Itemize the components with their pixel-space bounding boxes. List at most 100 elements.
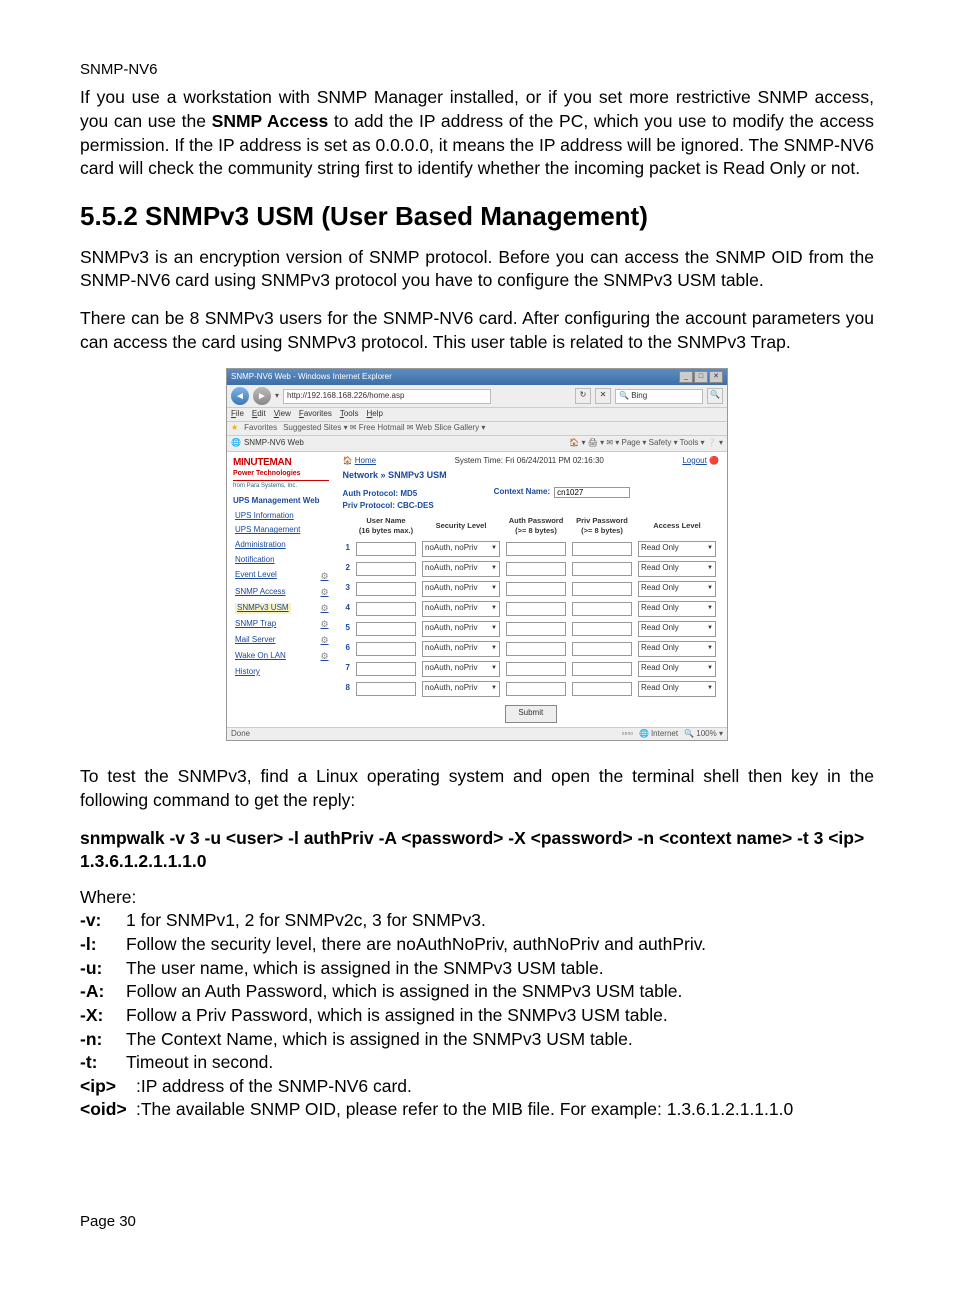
- username-field[interactable]: [356, 542, 416, 556]
- priv-password-field[interactable]: [572, 562, 632, 576]
- window-buttons: _ □ ✕: [679, 371, 723, 383]
- security-level-select[interactable]: noAuth, noPriv: [422, 641, 500, 657]
- favorites-icon[interactable]: ★: [231, 423, 238, 434]
- sidebar-sub-item[interactable]: History: [235, 667, 329, 678]
- gear-icon[interactable]: ⚙: [320, 586, 328, 598]
- back-icon[interactable]: ◄: [231, 387, 249, 405]
- tab-bar: 🌐 SNMP-NV6 Web 🏠 ▾ 🖨 ▾ ✉ ▾ Page ▾ Safety…: [227, 436, 727, 452]
- favorites-links[interactable]: Suggested Sites ▾ ✉ Free Hotmail ✉ Web S…: [283, 423, 485, 434]
- breadcrumb: Network » SNMPv3 USM: [343, 469, 719, 481]
- auth-password-field[interactable]: [506, 582, 566, 596]
- auth-password-field[interactable]: [506, 682, 566, 696]
- submit-button[interactable]: Submit: [505, 705, 557, 723]
- access-level-select[interactable]: Read Only: [638, 621, 716, 637]
- zoom-level[interactable]: 🔍 100% ▾: [684, 729, 723, 740]
- username-field[interactable]: [356, 642, 416, 656]
- security-level-select[interactable]: noAuth, noPriv: [422, 541, 500, 557]
- refresh-icon[interactable]: ↻: [575, 388, 591, 404]
- priv-password-field[interactable]: [572, 682, 632, 696]
- username-field[interactable]: [356, 622, 416, 636]
- sidebar-sub-item[interactable]: Mail Server⚙: [235, 634, 329, 646]
- security-level-select[interactable]: noAuth, noPriv: [422, 661, 500, 677]
- access-level-select[interactable]: Read Only: [638, 661, 716, 677]
- username-field[interactable]: [356, 582, 416, 596]
- menu-view[interactable]: View: [274, 409, 291, 418]
- home-link[interactable]: Home: [355, 456, 376, 465]
- security-level-select[interactable]: noAuth, noPriv: [422, 681, 500, 697]
- column-header: Security Level: [419, 514, 503, 538]
- username-field[interactable]: [356, 602, 416, 616]
- sidebar-item[interactable]: UPS Management: [235, 525, 329, 536]
- section-heading: 5.5.2 SNMPv3 USM (User Based Management): [80, 199, 874, 234]
- priv-password-field[interactable]: [572, 582, 632, 596]
- priv-password-field[interactable]: [572, 622, 632, 636]
- priv-password-field[interactable]: [572, 662, 632, 676]
- access-level-select[interactable]: Read Only: [638, 541, 716, 557]
- auth-password-field[interactable]: [506, 562, 566, 576]
- security-level-select[interactable]: noAuth, noPriv: [422, 581, 500, 597]
- column-header: Access Level: [635, 514, 719, 538]
- sidebar-item[interactable]: UPS Information: [235, 511, 329, 522]
- stop-icon[interactable]: ✕: [595, 388, 611, 404]
- body-block: SNMPv3 is an encryption version of SNMP …: [80, 246, 874, 355]
- gear-icon[interactable]: ⚙: [320, 650, 328, 662]
- table-row: 7noAuth, noPrivRead Only: [343, 659, 719, 679]
- auth-password-field[interactable]: [506, 622, 566, 636]
- menu-help[interactable]: Help: [367, 409, 383, 418]
- search-go-icon[interactable]: 🔍: [707, 388, 723, 404]
- menu-favorites[interactable]: Favorites: [299, 409, 332, 418]
- access-level-select[interactable]: Read Only: [638, 581, 716, 597]
- access-level-select[interactable]: Read Only: [638, 681, 716, 697]
- where-list: -v:1 for SNMPv1, 2 for SNMPv2c, 3 for SN…: [80, 909, 874, 1074]
- gear-icon[interactable]: ⚙: [320, 570, 328, 582]
- access-level-select[interactable]: Read Only: [638, 641, 716, 657]
- auth-password-field[interactable]: [506, 602, 566, 616]
- gear-icon[interactable]: ⚙: [320, 602, 328, 614]
- access-level-select[interactable]: Read Only: [638, 561, 716, 577]
- sidebar-item[interactable]: Notification: [235, 555, 329, 566]
- priv-password-field[interactable]: [572, 642, 632, 656]
- page-footer: Page 30: [80, 1212, 874, 1232]
- page-toolbar[interactable]: 🏠 ▾ 🖨 ▾ ✉ ▾ Page ▾ Safety ▾ Tools ▾ ❔ ▾: [569, 438, 723, 449]
- access-level-select[interactable]: Read Only: [638, 601, 716, 617]
- intro-paragraph: If you use a workstation with SNMP Manag…: [80, 86, 874, 181]
- security-level-select[interactable]: noAuth, noPriv: [422, 601, 500, 617]
- username-field[interactable]: [356, 562, 416, 576]
- status-text: Done: [231, 729, 250, 740]
- sidebar-item[interactable]: Administration: [235, 540, 329, 551]
- priv-protocol: Priv Protocol: CBC-DES: [343, 501, 434, 512]
- context-name-field[interactable]: [554, 487, 630, 498]
- sidebar-sub-item[interactable]: SNMP Access⚙: [235, 586, 329, 598]
- auth-password-field[interactable]: [506, 542, 566, 556]
- priv-password-field[interactable]: [572, 602, 632, 616]
- where-row: -u:The user name, which is assigned in t…: [80, 957, 874, 981]
- gear-icon[interactable]: ⚙: [320, 618, 328, 630]
- menu-edit[interactable]: Edit: [252, 409, 266, 418]
- auth-password-field[interactable]: [506, 642, 566, 656]
- username-field[interactable]: [356, 682, 416, 696]
- gear-icon[interactable]: ⚙: [320, 634, 328, 646]
- security-level-select[interactable]: noAuth, noPriv: [422, 561, 500, 577]
- search-field[interactable]: 🔍 Bing: [615, 389, 703, 404]
- favorites-label[interactable]: Favorites: [244, 423, 277, 434]
- url-field[interactable]: http://192.168.168.226/home.asp: [283, 389, 491, 404]
- close-icon[interactable]: ✕: [709, 371, 723, 383]
- sidebar-sub-item[interactable]: SNMPv3 USM⚙: [235, 602, 329, 614]
- page-tab[interactable]: 🌐 SNMP-NV6 Web: [231, 438, 304, 449]
- table-row: 6noAuth, noPrivRead Only: [343, 639, 719, 659]
- auth-password-field[interactable]: [506, 662, 566, 676]
- maximize-icon[interactable]: □: [694, 371, 708, 383]
- username-field[interactable]: [356, 662, 416, 676]
- sidebar-sub-item[interactable]: Event Level⚙: [235, 570, 329, 582]
- menu-tools[interactable]: Tools: [340, 409, 359, 418]
- security-level-select[interactable]: noAuth, noPriv: [422, 621, 500, 637]
- sidebar-sub-item[interactable]: SNMP Trap⚙: [235, 618, 329, 630]
- where-row: -l:Follow the security level, there are …: [80, 933, 874, 957]
- logout-link[interactable]: Logout: [682, 456, 706, 465]
- minimize-icon[interactable]: _: [679, 371, 693, 383]
- brand-logo: MINUTEMAN: [233, 456, 329, 470]
- priv-password-field[interactable]: [572, 542, 632, 556]
- menu-file[interactable]: File: [231, 409, 244, 418]
- forward-icon[interactable]: ►: [253, 387, 271, 405]
- sidebar-sub-item[interactable]: Wake On LAN⚙: [235, 650, 329, 662]
